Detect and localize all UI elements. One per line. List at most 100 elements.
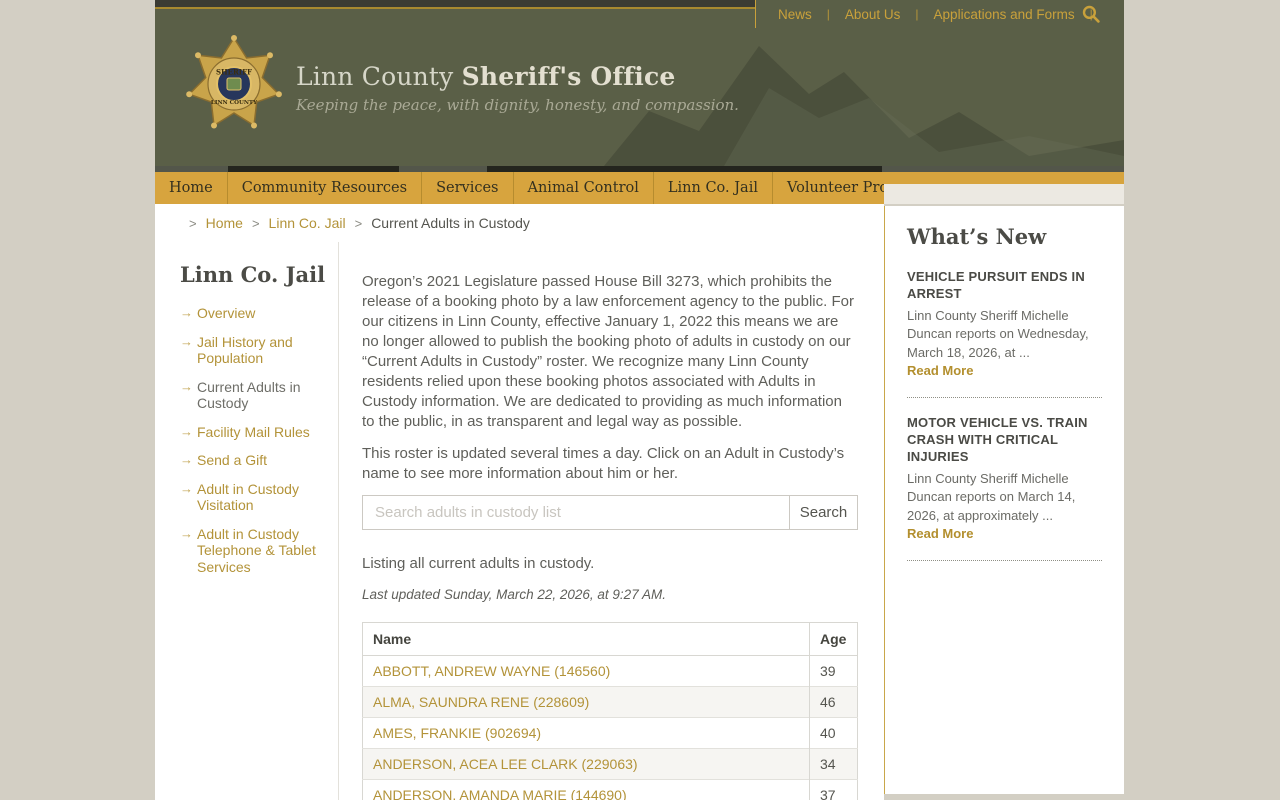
breadcrumb-separator: > — [354, 215, 363, 231]
svg-text:SHERIFF: SHERIFF — [216, 68, 252, 77]
table-header-row: Name Age — [362, 622, 858, 656]
table-row: ANDERSON, AMANDA MARIE (144690) 37 — [362, 779, 858, 800]
news-title: VEHICLE PURSUIT ENDS IN ARREST — [907, 269, 1085, 301]
utility-nav-item: About Us | — [845, 7, 934, 22]
arrow-right-icon: → — [180, 305, 193, 320]
main-nav-tab[interactable]: Services — [422, 172, 514, 204]
inmate-name-link[interactable]: ABBOTT, ANDREW WAYNE (146560) — [373, 663, 610, 679]
arrow-right-icon: → — [180, 525, 193, 541]
site-title: Linn County Sheriff's Office — [296, 62, 676, 91]
section-nav-link[interactable]: Adult in Custody Visitation — [197, 481, 299, 514]
column-header-name: Name — [362, 622, 810, 656]
last-updated-text: Last updated Sunday, March 22, 2026, at … — [362, 587, 666, 602]
breadcrumb-link[interactable]: Linn Co. Jail — [269, 215, 346, 231]
section-nav-item: → Adult in Custody Telephone & Tablet Se… — [180, 526, 318, 576]
breadcrumb-link[interactable]: Current Adults in Custody — [371, 215, 530, 231]
section-nav-link[interactable]: Adult in Custody Telephone & Tablet Serv… — [197, 526, 316, 575]
utility-nav-divider: | — [915, 7, 919, 21]
utility-nav-link[interactable]: News — [778, 7, 812, 22]
inmate-age-cell: 40 — [809, 717, 858, 749]
header-top-strip — [155, 0, 755, 9]
section-nav-heading: Linn Co. Jail — [180, 262, 326, 287]
arrow-right-icon: → — [180, 423, 193, 439]
main-nav-tab[interactable]: Linn Co. Jail — [653, 172, 773, 204]
inmate-age-cell: 34 — [809, 748, 858, 780]
main-nav-tab[interactable]: Home — [155, 172, 228, 204]
section-nav-link[interactable]: Facility Mail Rules — [197, 424, 310, 440]
inmate-age-cell: 39 — [809, 655, 858, 687]
utility-nav-divider: | — [826, 7, 830, 21]
main-nav-tab[interactable]: Community Resources — [227, 172, 423, 204]
masthead: Linn County Sheriff's Office Keeping the… — [296, 62, 739, 114]
intro-paragraph: Oregon’s 2021 Legislature passed House B… — [362, 273, 854, 430]
nav-filler-bar — [884, 172, 1124, 204]
breadcrumb-separator: > — [189, 215, 197, 231]
arrow-right-icon: → — [180, 452, 193, 468]
table-row: ABBOTT, ANDREW WAYNE (146560) 39 — [362, 655, 858, 687]
table-row: ALMA, SAUNDRA RENE (228609) 46 — [362, 686, 858, 718]
read-more-link[interactable]: Read More — [907, 526, 973, 541]
inmate-name-cell: ANDERSON, ACEA LEE CLARK (229063) — [362, 748, 810, 780]
inmate-name-cell: ABBOTT, ANDREW WAYNE (146560) — [362, 655, 810, 687]
arrow-right-icon: → — [180, 480, 193, 496]
inmate-name-link[interactable]: ANDERSON, AMANDA MARIE (144690) — [373, 787, 627, 800]
inmate-name-link[interactable]: ANDERSON, ACEA LEE CLARK (229063) — [373, 756, 638, 772]
inmate-age-cell: 46 — [809, 686, 858, 718]
arrow-right-icon: → — [180, 378, 193, 394]
search-icon[interactable] — [1082, 5, 1100, 23]
section-nav-link[interactable]: Overview — [197, 305, 255, 321]
section-nav-list: → Overview → Jail History and Population… — [180, 305, 338, 575]
inmate-name-cell: ALMA, SAUNDRA RENE (228609) — [362, 686, 810, 718]
utility-nav-link[interactable]: Applications and Forms — [934, 7, 1075, 22]
whats-new-sidebar: What’s New VEHICLE PURSUIT ENDS IN ARRES… — [884, 204, 1124, 800]
news-excerpt: Linn County Sheriff Michelle Duncan repo… — [907, 470, 1076, 523]
column-header-age: Age — [809, 622, 858, 656]
svg-text:LINN COUNTY: LINN COUNTY — [211, 100, 258, 106]
inmate-name-link[interactable]: AMES, FRANKIE (902694) — [373, 725, 541, 741]
news-item: VEHICLE PURSUIT ENDS IN ARREST Linn Coun… — [907, 269, 1102, 399]
table-row: AMES, FRANKIE (902694) 40 — [362, 717, 858, 749]
news-list: VEHICLE PURSUIT ENDS IN ARREST Linn Coun… — [907, 269, 1102, 562]
main-column: > Home > Linn Co. Jail > Current Adults … — [155, 204, 884, 800]
breadcrumb-item: > Current Adults in Custody — [346, 215, 530, 231]
table-row: ANDERSON, ACEA LEE CLARK (229063) 34 — [362, 748, 858, 780]
inmate-name-cell: ANDERSON, AMANDA MARIE (144690) — [362, 779, 810, 800]
roster-search-button[interactable]: Search — [790, 495, 858, 530]
read-more-link[interactable]: Read More — [907, 363, 973, 378]
section-nav-item: → Jail History and Population — [180, 334, 318, 367]
breadcrumb-link[interactable]: Home — [206, 215, 243, 231]
section-nav-link[interactable]: Send a Gift — [197, 452, 267, 468]
jail-section-nav: Linn Co. Jail → Overview → Jail History … — [180, 242, 339, 800]
section-nav-link[interactable]: Jail History and Population — [197, 334, 293, 367]
roster-section: Oregon’s 2021 Legislature passed House B… — [339, 242, 884, 800]
site-tagline: Keeping the peace, with dignity, honesty… — [296, 96, 739, 114]
section-nav-item: → Current Adults in Custody — [180, 379, 318, 412]
news-item: MOTOR VEHICLE VS. TRAIN CRASH WITH CRITI… — [907, 415, 1102, 562]
section-nav-link[interactable]: Current Adults in Custody — [197, 379, 301, 412]
breadcrumb: > Home > Linn Co. Jail > Current Adults … — [180, 204, 884, 242]
roster-search: Search — [362, 495, 858, 530]
whats-new-heading: What’s New — [907, 224, 1047, 249]
content-area: > Home > Linn Co. Jail > Current Adults … — [155, 204, 1124, 800]
roster-paragraph: This roster is updated several times a d… — [362, 445, 845, 482]
utility-nav-link[interactable]: About Us — [845, 7, 901, 22]
breadcrumb-separator: > — [251, 215, 260, 231]
roster-search-input[interactable] — [362, 495, 790, 530]
news-excerpt: Linn County Sheriff Michelle Duncan repo… — [907, 307, 1089, 360]
section-nav-item: → Adult in Custody Visitation — [180, 481, 318, 514]
news-title: MOTOR VEHICLE VS. TRAIN CRASH WITH CRITI… — [907, 415, 1088, 464]
section-nav-item: → Send a Gift — [180, 452, 318, 469]
utility-nav-item: News | — [778, 7, 845, 22]
inmate-name-cell: AMES, FRANKIE (902694) — [362, 717, 810, 749]
whats-new-panel: What’s New VEHICLE PURSUIT ENDS IN ARRES… — [884, 206, 1124, 794]
main-nav-tab[interactable]: Animal Control — [513, 172, 654, 204]
sheriff-badge-logo[interactable]: SHERIFF LINN COUNTY — [183, 34, 285, 138]
utility-nav: News | About Us | Applications and Forms… — [755, 0, 1124, 28]
inmate-age-cell: 37 — [809, 779, 858, 800]
inmate-name-link[interactable]: ALMA, SAUNDRA RENE (228609) — [373, 694, 589, 710]
custody-roster-table: Name Age ABBOTT, ANDREW WAYNE (146560) 3… — [362, 622, 858, 800]
listing-text: Listing all current adults in custody. — [362, 555, 595, 572]
content-columns: Linn Co. Jail → Overview → Jail History … — [180, 242, 884, 800]
site-header: News | About Us | Applications and Forms… — [155, 0, 1124, 166]
arrow-right-icon: → — [180, 333, 193, 349]
